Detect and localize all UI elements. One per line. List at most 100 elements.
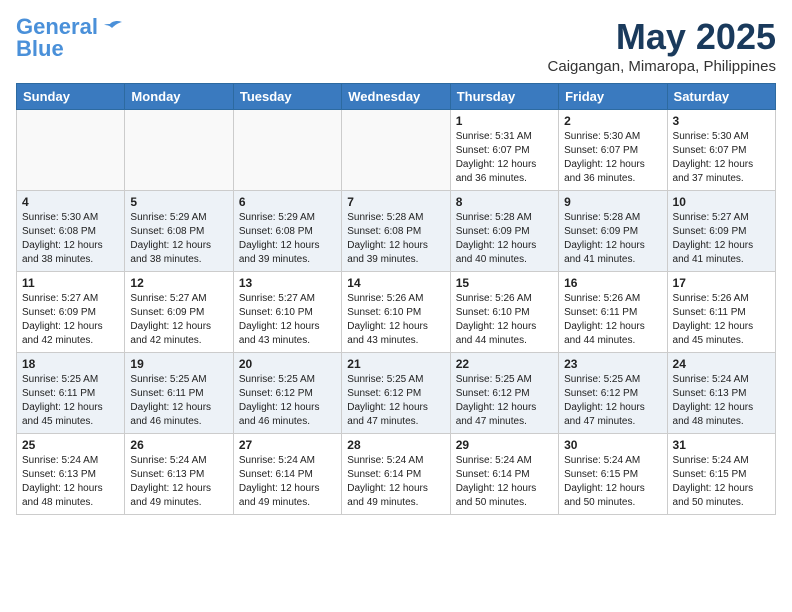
title-section: May 2025 Caigangan, Mimaropa, Philippine… [548, 16, 776, 75]
day-info-text: Sunrise: 5:24 AM Sunset: 6:15 PM Dayligh… [673, 454, 770, 510]
day-info-text: Sunrise: 5:26 AM Sunset: 6:10 PM Dayligh… [347, 292, 444, 348]
calendar-week-row: 1 Sunrise: 5:31 AM Sunset: 6:07 PM Daylig… [17, 110, 776, 191]
day-info-text: Sunrise: 5:25 AM Sunset: 6:12 PM Dayligh… [347, 373, 444, 429]
calendar-day-cell: 9 Sunrise: 5:28 AM Sunset: 6:09 PM Daylig… [559, 191, 667, 272]
calendar-day-cell: 15Sunrise: 5:26 AM Sunset: 6:10 PM Dayli… [450, 272, 558, 353]
logo: GeneralBlue [16, 16, 122, 60]
day-info-text: Sunrise: 5:26 AM Sunset: 6:11 PM Dayligh… [564, 292, 661, 348]
weekday-header-thursday: Thursday [450, 84, 558, 110]
day-number: 10 [673, 195, 770, 209]
day-info-text: Sunrise: 5:30 AM Sunset: 6:07 PM Dayligh… [564, 130, 661, 186]
day-info-text: Sunrise: 5:24 AM Sunset: 6:13 PM Dayligh… [673, 373, 770, 429]
day-info-text: Sunrise: 5:24 AM Sunset: 6:14 PM Dayligh… [456, 454, 553, 510]
location-subtitle: Caigangan, Mimaropa, Philippines [548, 58, 776, 75]
weekday-header-saturday: Saturday [667, 84, 775, 110]
day-info-text: Sunrise: 5:25 AM Sunset: 6:12 PM Dayligh… [239, 373, 336, 429]
day-number: 14 [347, 276, 444, 290]
day-number: 19 [130, 357, 227, 371]
calendar-table: SundayMondayTuesdayWednesdayThursdayFrid… [16, 83, 776, 515]
day-info-text: Sunrise: 5:25 AM Sunset: 6:12 PM Dayligh… [564, 373, 661, 429]
calendar-day-cell: 28 Sunrise: 5:24 AM Sunset: 6:14 PM Dayli… [342, 434, 450, 515]
calendar-week-row: 18 Sunrise: 5:25 AM Sunset: 6:11 PM Dayli… [17, 353, 776, 434]
calendar-day-cell: 7Sunrise: 5:28 AM Sunset: 6:08 PM Daylig… [342, 191, 450, 272]
calendar-day-cell: 30 Sunrise: 5:24 AM Sunset: 6:15 PM Dayli… [559, 434, 667, 515]
day-number: 11 [22, 276, 119, 290]
calendar-day-cell: 3Sunrise: 5:30 AM Sunset: 6:07 PM Daylig… [667, 110, 775, 191]
day-info-text: Sunrise: 5:25 AM Sunset: 6:11 PM Dayligh… [130, 373, 227, 429]
day-info-text: Sunrise: 5:27 AM Sunset: 6:09 PM Dayligh… [673, 211, 770, 267]
calendar-week-row: 25 Sunrise: 5:24 AM Sunset: 6:13 PM Dayli… [17, 434, 776, 515]
day-number: 27 [239, 438, 336, 452]
logo-bird-icon [100, 20, 122, 38]
weekday-header-sunday: Sunday [17, 84, 125, 110]
day-info-text: Sunrise: 5:26 AM Sunset: 6:10 PM Dayligh… [456, 292, 553, 348]
weekday-header-row: SundayMondayTuesdayWednesdayThursdayFrid… [17, 84, 776, 110]
day-number: 5 [130, 195, 227, 209]
calendar-day-cell: 19 Sunrise: 5:25 AM Sunset: 6:11 PM Dayli… [125, 353, 233, 434]
day-number: 1 [456, 114, 553, 128]
day-info-text: Sunrise: 5:26 AM Sunset: 6:11 PM Dayligh… [673, 292, 770, 348]
day-info-text: Sunrise: 5:31 AM Sunset: 6:07 PM Dayligh… [456, 130, 553, 186]
calendar-day-cell: 31 Sunrise: 5:24 AM Sunset: 6:15 PM Dayli… [667, 434, 775, 515]
calendar-day-cell: 21 Sunrise: 5:25 AM Sunset: 6:12 PM Dayli… [342, 353, 450, 434]
weekday-header-tuesday: Tuesday [233, 84, 341, 110]
calendar-day-cell: 17 Sunrise: 5:26 AM Sunset: 6:11 PM Dayli… [667, 272, 775, 353]
day-number: 30 [564, 438, 661, 452]
day-number: 16 [564, 276, 661, 290]
day-number: 13 [239, 276, 336, 290]
day-info-text: Sunrise: 5:29 AM Sunset: 6:08 PM Dayligh… [130, 211, 227, 267]
calendar-day-cell: 26 Sunrise: 5:24 AM Sunset: 6:13 PM Dayli… [125, 434, 233, 515]
day-info-text: Sunrise: 5:30 AM Sunset: 6:08 PM Dayligh… [22, 211, 119, 267]
day-info-text: Sunrise: 5:29 AM Sunset: 6:08 PM Dayligh… [239, 211, 336, 267]
calendar-day-cell: 6 Sunrise: 5:29 AM Sunset: 6:08 PM Daylig… [233, 191, 341, 272]
day-info-text: Sunrise: 5:28 AM Sunset: 6:09 PM Dayligh… [564, 211, 661, 267]
calendar-empty-cell [342, 110, 450, 191]
day-info-text: Sunrise: 5:27 AM Sunset: 6:09 PM Dayligh… [130, 292, 227, 348]
day-number: 29 [456, 438, 553, 452]
day-info-text: Sunrise: 5:27 AM Sunset: 6:09 PM Dayligh… [22, 292, 119, 348]
calendar-day-cell: 8 Sunrise: 5:28 AM Sunset: 6:09 PM Daylig… [450, 191, 558, 272]
calendar-day-cell: 18 Sunrise: 5:25 AM Sunset: 6:11 PM Dayli… [17, 353, 125, 434]
day-info-text: Sunrise: 5:24 AM Sunset: 6:14 PM Dayligh… [239, 454, 336, 510]
calendar-day-cell: 4Sunrise: 5:30 AM Sunset: 6:08 PM Daylig… [17, 191, 125, 272]
day-number: 12 [130, 276, 227, 290]
day-number: 8 [456, 195, 553, 209]
day-number: 21 [347, 357, 444, 371]
calendar-day-cell: 12 Sunrise: 5:27 AM Sunset: 6:09 PM Dayli… [125, 272, 233, 353]
day-info-text: Sunrise: 5:24 AM Sunset: 6:15 PM Dayligh… [564, 454, 661, 510]
day-number: 31 [673, 438, 770, 452]
calendar-empty-cell [233, 110, 341, 191]
calendar-empty-cell [17, 110, 125, 191]
weekday-header-wednesday: Wednesday [342, 84, 450, 110]
weekday-header-monday: Monday [125, 84, 233, 110]
day-number: 28 [347, 438, 444, 452]
calendar-week-row: 4Sunrise: 5:30 AM Sunset: 6:08 PM Daylig… [17, 191, 776, 272]
day-info-text: Sunrise: 5:25 AM Sunset: 6:11 PM Dayligh… [22, 373, 119, 429]
calendar-day-cell: 11 Sunrise: 5:27 AM Sunset: 6:09 PM Dayli… [17, 272, 125, 353]
day-number: 20 [239, 357, 336, 371]
calendar-day-cell: 5 Sunrise: 5:29 AM Sunset: 6:08 PM Daylig… [125, 191, 233, 272]
day-info-text: Sunrise: 5:28 AM Sunset: 6:09 PM Dayligh… [456, 211, 553, 267]
day-number: 6 [239, 195, 336, 209]
day-number: 9 [564, 195, 661, 209]
day-number: 18 [22, 357, 119, 371]
calendar-day-cell: 23Sunrise: 5:25 AM Sunset: 6:12 PM Dayli… [559, 353, 667, 434]
page-header: GeneralBlue May 2025 Caigangan, Mimaropa… [16, 16, 776, 75]
day-number: 17 [673, 276, 770, 290]
day-info-text: Sunrise: 5:28 AM Sunset: 6:08 PM Dayligh… [347, 211, 444, 267]
logo-text: GeneralBlue [16, 16, 98, 60]
calendar-day-cell: 1 Sunrise: 5:31 AM Sunset: 6:07 PM Daylig… [450, 110, 558, 191]
calendar-day-cell: 16 Sunrise: 5:26 AM Sunset: 6:11 PM Dayli… [559, 272, 667, 353]
day-number: 2 [564, 114, 661, 128]
calendar-day-cell: 10 Sunrise: 5:27 AM Sunset: 6:09 PM Dayli… [667, 191, 775, 272]
day-number: 25 [22, 438, 119, 452]
day-number: 26 [130, 438, 227, 452]
day-info-text: Sunrise: 5:24 AM Sunset: 6:14 PM Dayligh… [347, 454, 444, 510]
calendar-week-row: 11 Sunrise: 5:27 AM Sunset: 6:09 PM Dayli… [17, 272, 776, 353]
day-info-text: Sunrise: 5:24 AM Sunset: 6:13 PM Dayligh… [130, 454, 227, 510]
calendar-day-cell: 24Sunrise: 5:24 AM Sunset: 6:13 PM Dayli… [667, 353, 775, 434]
day-info-text: Sunrise: 5:27 AM Sunset: 6:10 PM Dayligh… [239, 292, 336, 348]
day-info-text: Sunrise: 5:30 AM Sunset: 6:07 PM Dayligh… [673, 130, 770, 186]
calendar-day-cell: 22Sunrise: 5:25 AM Sunset: 6:12 PM Dayli… [450, 353, 558, 434]
weekday-header-friday: Friday [559, 84, 667, 110]
